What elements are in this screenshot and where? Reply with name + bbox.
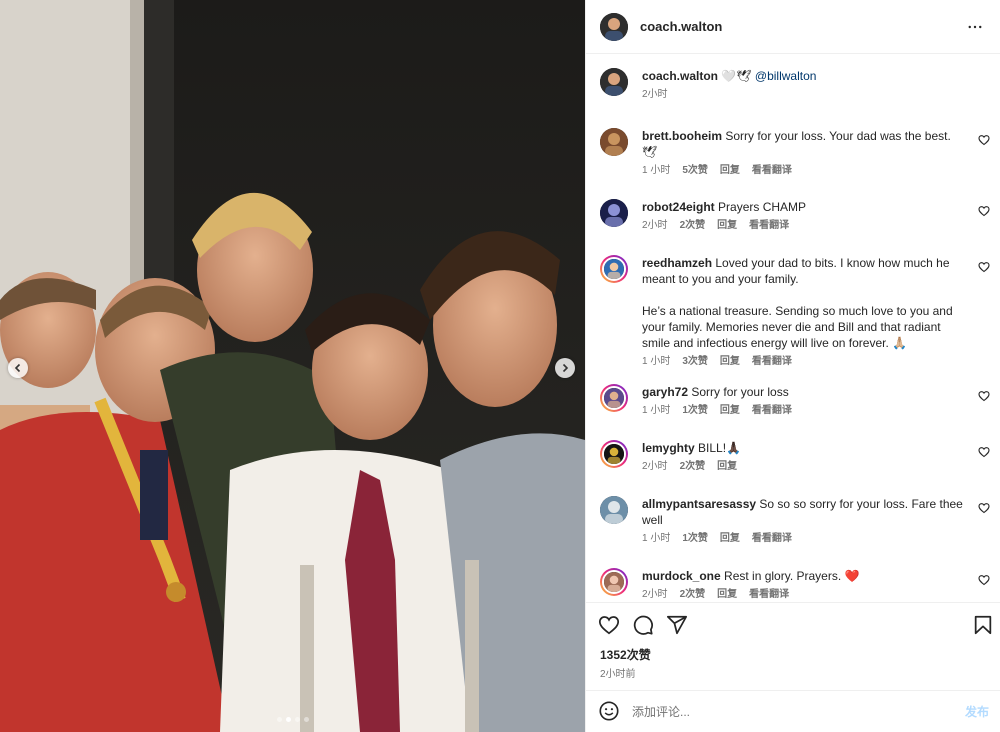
more-options-button[interactable]: [963, 15, 987, 39]
post-photo[interactable]: [0, 0, 585, 732]
comment-like-count[interactable]: 1次赞: [682, 404, 708, 418]
carousel-prev-button[interactable]: [8, 358, 28, 378]
like-count[interactable]: 1352次赞: [600, 646, 651, 663]
heart-icon: [978, 262, 990, 273]
comment-like-button[interactable]: [978, 574, 990, 586]
comment-like-button[interactable]: [978, 390, 990, 402]
post-sidebar: coach.walton coach.walton 🤍🕊 @billwalton…: [585, 0, 1000, 732]
carousel-dot: [276, 717, 282, 722]
commenter-avatar[interactable]: [602, 257, 626, 281]
reply-button[interactable]: 回复: [720, 532, 740, 546]
heart-icon: [978, 391, 990, 402]
see-translation-button[interactable]: 看看翻译: [752, 404, 792, 418]
see-translation-button[interactable]: 看看翻译: [752, 355, 792, 369]
commenter-username[interactable]: robot24eight: [642, 200, 715, 214]
see-translation-button[interactable]: 看看翻译: [749, 219, 789, 233]
see-translation-button[interactable]: 看看翻译: [752, 164, 792, 178]
caption-time: 2小时: [642, 89, 668, 100]
comment-time: 2小时: [642, 589, 668, 600]
heart-icon: [978, 206, 990, 217]
comment-input[interactable]: [632, 704, 965, 719]
post-time: 2小时前: [600, 669, 636, 680]
heart-icon: [978, 135, 990, 146]
see-translation-button[interactable]: 看看翻译: [749, 588, 789, 602]
commenter-avatar[interactable]: [600, 496, 628, 524]
comment-composer: 发布: [586, 690, 1000, 732]
paper-plane-icon: [666, 615, 688, 635]
like-button[interactable]: [598, 614, 622, 638]
comments-list[interactable]: coach.walton 🤍🕊 @billwalton 2小时 brett.bo…: [586, 54, 1000, 602]
post-comment-button[interactable]: 发布: [965, 703, 989, 720]
reply-button[interactable]: 回复: [717, 219, 737, 233]
commenter-avatar[interactable]: [600, 199, 628, 227]
commenter-avatar[interactable]: [600, 128, 628, 156]
heart-icon: [978, 575, 990, 586]
carousel-dot: [303, 717, 309, 722]
heart-icon: [598, 616, 620, 635]
heart-icon: [978, 447, 990, 458]
reply-button[interactable]: 回复: [720, 164, 740, 178]
comment-time: 1 小时: [642, 533, 671, 544]
caption-emoji: 🤍🕊: [721, 69, 752, 83]
family-photo: [0, 0, 585, 732]
caption-mention[interactable]: @billwalton: [755, 69, 817, 83]
reply-button[interactable]: 回复: [720, 355, 740, 369]
commenter-username[interactable]: brett.booheim: [642, 129, 722, 143]
commenter-username[interactable]: lemyghty: [642, 441, 695, 455]
carousel-dots: [0, 717, 585, 722]
comment-text: BILL!🙏🏿: [698, 441, 741, 455]
caption-avatar[interactable]: [600, 68, 628, 96]
comment-like-button[interactable]: [978, 446, 990, 458]
comment-text: Prayers CHAMP: [718, 200, 807, 214]
comment-like-button[interactable]: [978, 134, 990, 146]
comment-time: 1 小时: [642, 356, 671, 367]
comment-like-count[interactable]: 1次赞: [682, 532, 708, 546]
comment-icon: [633, 615, 653, 635]
commenter-username[interactable]: allmypantsaresassy: [642, 497, 756, 511]
commenter-avatar[interactable]: [602, 386, 626, 410]
bookmark-icon: [974, 615, 992, 635]
carousel-next-button[interactable]: [555, 358, 575, 378]
comment-like-count[interactable]: 5次赞: [682, 164, 708, 178]
comment-like-button[interactable]: [978, 261, 990, 273]
commenter-username[interactable]: garyh72: [642, 385, 688, 399]
comment-time: 2小时: [642, 461, 668, 472]
heart-icon: [978, 503, 990, 514]
commenter-username[interactable]: reedhamzeh: [642, 256, 712, 270]
save-button[interactable]: [972, 614, 996, 638]
commenter-avatar[interactable]: [602, 442, 626, 466]
comment-like-count[interactable]: 2次赞: [680, 460, 706, 474]
comment-like-button[interactable]: [978, 205, 990, 217]
author-username[interactable]: coach.walton: [640, 19, 722, 34]
author-avatar[interactable]: [600, 12, 628, 41]
share-button[interactable]: [666, 614, 690, 638]
commenter-username[interactable]: murdock_one: [642, 569, 721, 583]
comment-text: Rest in glory. Prayers. ❤️: [724, 569, 860, 583]
comment-like-count[interactable]: 2次赞: [680, 219, 706, 233]
commenter-avatar[interactable]: [602, 570, 626, 594]
carousel-dot: [294, 717, 300, 722]
reply-button[interactable]: 回复: [717, 588, 737, 602]
emoji-button[interactable]: [598, 700, 622, 724]
reply-button[interactable]: 回复: [717, 460, 737, 474]
carousel-dot: [285, 717, 291, 722]
comment-like-count[interactable]: 2次赞: [680, 588, 706, 602]
post-header: coach.walton: [586, 0, 1000, 54]
comment-text: Loved your dad to bits. I know how much …: [642, 256, 953, 350]
see-translation-button[interactable]: 看看翻译: [752, 532, 792, 546]
chevron-left-icon: [14, 363, 21, 373]
comment-time: 2小时: [642, 220, 668, 231]
comment-button[interactable]: [632, 614, 656, 638]
comment-text: Sorry for your loss: [691, 385, 789, 399]
comment-time: 1 小时: [642, 165, 671, 176]
reply-button[interactable]: 回复: [720, 404, 740, 418]
more-horizontal-icon: [968, 25, 982, 28]
caption-username[interactable]: coach.walton: [642, 69, 718, 83]
comment-like-button[interactable]: [978, 502, 990, 514]
smiley-icon: [599, 700, 619, 721]
comment-time: 1 小时: [642, 405, 671, 416]
action-bar: [586, 602, 1000, 646]
chevron-right-icon: [562, 363, 569, 373]
comment-like-count[interactable]: 3次赞: [682, 355, 708, 369]
